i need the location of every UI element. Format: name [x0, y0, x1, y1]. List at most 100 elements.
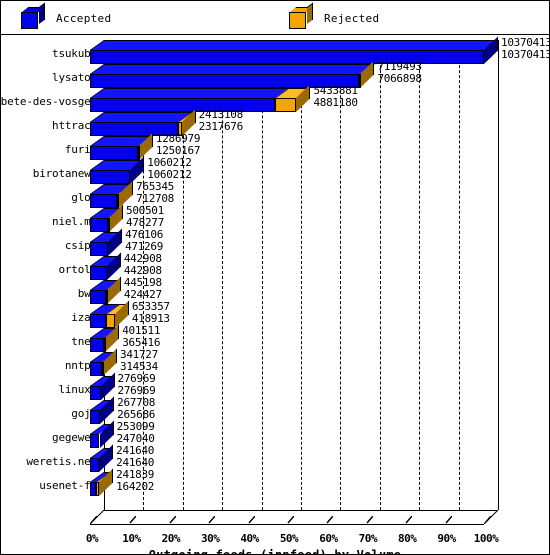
bar-value-labels: 276969 276969	[118, 373, 156, 396]
bar-value-accepted: 10370413	[501, 47, 550, 61]
bar-segment-accepted[interactable]	[90, 314, 106, 328]
bar-value-labels: 1286979 1250167	[155, 132, 201, 156]
bar-segment-rejected[interactable]	[358, 74, 361, 88]
bar-segment-accepted[interactable]	[90, 386, 101, 400]
bar-value-accepted: 2317676	[198, 119, 244, 133]
bar-segment-rejected[interactable]	[106, 290, 109, 304]
bar-segment-rejected[interactable]	[96, 482, 100, 496]
bar-segment-rejected[interactable]	[108, 218, 111, 232]
bar[interactable]	[90, 348, 118, 376]
bar[interactable]	[90, 276, 122, 304]
bar-value-total: 500501	[126, 204, 164, 217]
x-axis-tick-label: 10%	[122, 532, 141, 545]
bar-top-face-accepted	[90, 88, 290, 98]
bar-row: lysator 7119493 7066898	[1, 60, 549, 88]
bar-value-accepted: 478277	[126, 215, 164, 229]
bar-value-total: 241640	[116, 444, 155, 457]
bar-segment-accepted[interactable]	[90, 266, 107, 280]
bar-value-labels: 5433881 4881180	[313, 85, 358, 109]
bar-value-accepted: 7066898	[377, 71, 422, 85]
x-axis-tick	[129, 516, 137, 524]
bar-segment-accepted[interactable]	[90, 410, 101, 424]
bar-value-total: 7119493	[377, 60, 422, 73]
x-axis-tick	[287, 516, 294, 524]
bar-top-face-accepted	[90, 40, 499, 50]
category-label: bete-des-vosges	[0, 95, 97, 108]
bar-value-accepted: 241640	[116, 455, 155, 469]
bar-segment-accepted[interactable]	[90, 218, 109, 232]
bar-segment-rejected[interactable]	[101, 362, 104, 376]
bar-segment-rejected[interactable]	[137, 146, 140, 160]
bar-value-accepted: 424427	[123, 287, 162, 301]
x-axis-back-line	[104, 510, 498, 511]
bar-row: glou 765345 712708	[1, 180, 549, 208]
bar-row: csiph 476106 471269	[1, 228, 549, 256]
bar-segment-accepted[interactable]	[90, 362, 102, 376]
bar-value-total: 765345	[136, 180, 174, 193]
bar-segment-accepted[interactable]	[90, 458, 100, 472]
bar[interactable]	[90, 468, 114, 496]
bar-segment-accepted[interactable]	[90, 170, 131, 184]
bar-value-total: 1286979	[155, 132, 201, 145]
bar-value-total: 476106	[125, 228, 164, 241]
x-axis-tick-label: 90%	[437, 532, 456, 545]
legend-label-rejected: Rejected	[324, 11, 380, 25]
bar-segment-rejected[interactable]	[117, 194, 120, 208]
bar-top-face-accepted	[90, 112, 193, 122]
bar[interactable]	[90, 252, 121, 280]
bar-segment-accepted[interactable]	[90, 194, 118, 208]
bar[interactable]	[90, 228, 123, 256]
x-axis-tick	[169, 516, 176, 524]
bar[interactable]	[90, 444, 114, 472]
bar-value-total: 253099	[116, 420, 155, 433]
bar-value-labels: 2413108 2317676	[198, 109, 244, 133]
bar-row: usenet-fr 241839 164202	[1, 468, 549, 496]
x-axis-tick	[90, 516, 97, 524]
bar[interactable]	[90, 324, 120, 352]
bar-segment-accepted[interactable]	[90, 98, 276, 112]
plot-area: 0% 10% 20% 30% 40% 50% 60% 70% 80% 90% 100% tsukub…	[1, 35, 549, 554]
bar-row: birotanews 1060212 1060212	[1, 156, 549, 184]
bar-row: niel.me 500501 478277	[1, 204, 549, 232]
category-label: usenet-fr	[39, 479, 97, 492]
bar-value-accepted: 712708	[136, 191, 174, 205]
bar-value-labels: 500501 478277	[126, 205, 164, 228]
bar-segment-rejected[interactable]	[103, 338, 106, 352]
bar-row: furie 1286979 1250167	[1, 132, 549, 160]
x-axis-tick-label: 40%	[240, 532, 259, 545]
bar-row: nntp4 341727 314534	[1, 348, 549, 376]
cube-icon	[21, 2, 46, 29]
chart-legend: Accepted Rejected	[1, 1, 549, 35]
bar-segment-accepted[interactable]	[90, 338, 104, 352]
bar-row: tsukuba 10370413 10370413	[1, 36, 550, 64]
bar-row: goja 267708 265686	[1, 396, 549, 424]
bar-segment-rejected[interactable]	[105, 314, 115, 328]
bar[interactable]	[90, 372, 115, 400]
bar-value-labels: 10370413 10370413	[501, 37, 550, 61]
bar-value-total: 653357	[131, 300, 170, 313]
bar[interactable]	[90, 396, 115, 424]
bar-segment-accepted[interactable]	[90, 50, 484, 64]
legend-label-accepted: Accepted	[56, 11, 112, 25]
bar[interactable]	[90, 420, 114, 448]
bar-row: gegeweb 253099 247040	[1, 420, 549, 448]
bar-value-labels: 442908 442908	[124, 253, 162, 276]
bar-segment-rejected[interactable]	[275, 98, 297, 112]
bar-value-labels: 241640 241640	[116, 445, 154, 468]
x-axis-tick-label: 0%	[85, 532, 99, 545]
x-axis-tick-label: 100%	[473, 532, 499, 545]
bar-row: weretis.net 241640 241640	[1, 444, 549, 472]
bar-value-total: 445198	[123, 276, 162, 289]
bar-value-accepted: 442908	[123, 263, 162, 277]
bar-value-labels: 7119493 7066898	[377, 60, 422, 85]
cube-icon	[289, 2, 314, 29]
bar[interactable]	[90, 204, 124, 232]
x-axis-title: Outgoing feeds (innfeed) by Volume	[148, 548, 402, 555]
bar-segment-accepted[interactable]	[90, 146, 138, 160]
bar-segment-accepted[interactable]	[90, 242, 108, 256]
bar-value-accepted: 4881180	[313, 95, 358, 109]
bar-segment-accepted[interactable]	[90, 290, 107, 304]
bar-segment-accepted[interactable]	[90, 434, 100, 448]
category-label: weretis.net	[26, 455, 97, 468]
bar[interactable]	[90, 36, 499, 64]
